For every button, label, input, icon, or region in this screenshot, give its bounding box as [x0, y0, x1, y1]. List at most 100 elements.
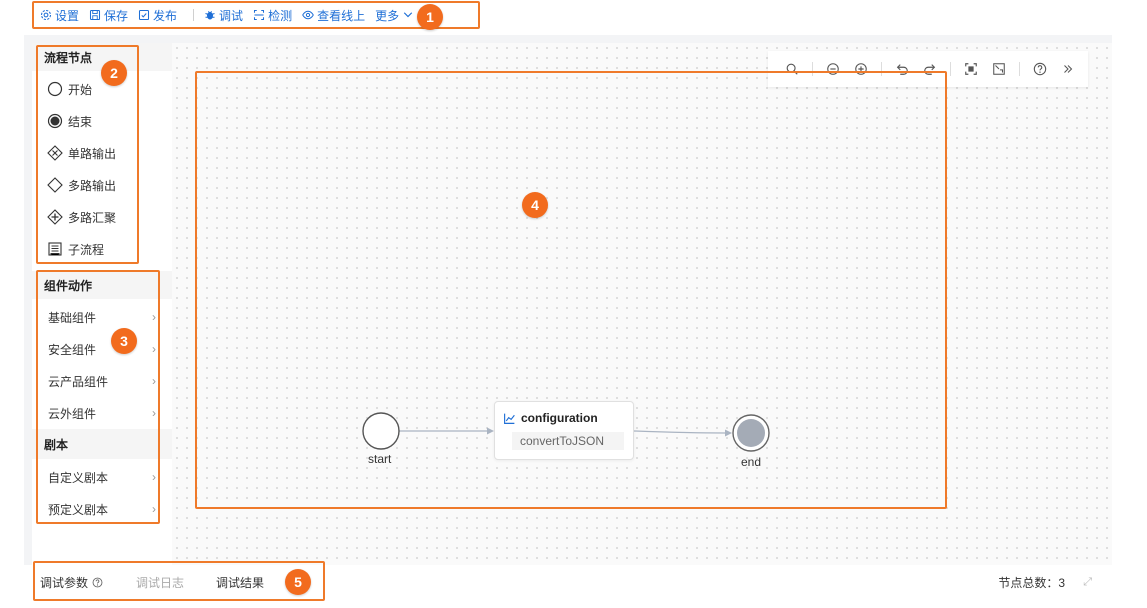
- playbook-custom[interactable]: 自定义剧本 ›: [32, 461, 172, 493]
- playbook-predefined-label: 预定义剧本: [48, 502, 109, 517]
- help-icon: [92, 577, 103, 587]
- settings-button[interactable]: 设置: [40, 7, 79, 24]
- component-basic[interactable]: 基础组件 ›: [32, 301, 172, 333]
- node-subprocess-label: 子流程: [68, 242, 105, 257]
- minimap-icon: [993, 63, 1005, 75]
- collapse-panel-button[interactable]: [1060, 61, 1076, 77]
- check-button[interactable]: 检测: [253, 7, 292, 24]
- redo-icon: [924, 64, 936, 75]
- save-button[interactable]: 保存: [89, 7, 128, 24]
- tab-debug-params[interactable]: 调试参数: [40, 574, 103, 591]
- node-start-label: 开始: [68, 82, 93, 97]
- fit-view-icon: [965, 63, 977, 75]
- toolbar-divider: [812, 62, 813, 76]
- playbook-predefined[interactable]: 预定义剧本 ›: [32, 493, 172, 525]
- view-online-label: 查看线上: [317, 8, 366, 23]
- annotation-badge-1: 1: [417, 4, 443, 30]
- toolbar-divider: [193, 9, 195, 21]
- annotation-badge-5: 5: [285, 569, 311, 595]
- node-end[interactable]: 结束: [32, 105, 172, 137]
- tab-debug-params-label: 调试参数: [40, 575, 89, 590]
- bug-icon: [205, 11, 215, 20]
- search-button[interactable]: [784, 61, 800, 77]
- node-multi-merge[interactable]: 多路汇聚: [32, 201, 172, 233]
- search-icon: [786, 63, 798, 75]
- tab-debug-result-label: 调试结果: [216, 575, 265, 590]
- node-single-output[interactable]: 单路输出: [32, 137, 172, 169]
- top-toolbar: 设置 保存 发布 调试 检测 查看线上 更多: [32, 0, 480, 30]
- tab-debug-result[interactable]: 调试结果: [216, 574, 264, 591]
- configuration-node-title: configuration: [521, 411, 598, 425]
- check-label: 检测: [268, 8, 293, 23]
- publish-icon: [139, 9, 150, 21]
- end-node-label: end: [741, 455, 762, 469]
- node-subprocess[interactable]: 子流程: [32, 233, 172, 265]
- node-single-output-label: 单路输出: [68, 146, 117, 161]
- save-label: 保存: [104, 8, 129, 23]
- toolbar-divider: [950, 62, 951, 76]
- component-basic-label: 基础组件: [48, 310, 97, 325]
- configuration-node-action: convertToJSON: [512, 432, 624, 450]
- configuration-node[interactable]: configuration convertToJSON: [494, 401, 634, 460]
- chevron-right-icon: ›: [152, 502, 156, 516]
- tab-debug-log-label: 调试日志: [136, 575, 185, 590]
- tab-debug-log[interactable]: 调试日志: [136, 574, 184, 591]
- chevron-down-icon: [403, 12, 413, 18]
- more-dropdown[interactable]: 更多: [375, 7, 414, 24]
- chevron-right-icon: ›: [152, 406, 156, 420]
- annotation-badge-4: 4: [522, 192, 548, 218]
- chevron-right-icon: ›: [152, 470, 156, 484]
- node-end-label: 结束: [68, 114, 93, 129]
- help-icon: [1033, 62, 1047, 76]
- component-security[interactable]: 安全组件 ›: [32, 333, 172, 365]
- undo-icon: [896, 64, 908, 75]
- publish-label: 发布: [153, 8, 178, 23]
- components-title: 组件动作: [32, 271, 172, 299]
- expand-icon[interactable]: ⤢: [1083, 576, 1092, 589]
- zoom-in-button[interactable]: [853, 61, 869, 77]
- settings-label: 设置: [55, 8, 80, 23]
- diamond-x-icon: [47, 145, 63, 161]
- circle-empty-icon: [47, 81, 63, 97]
- playbook-custom-label: 自定义剧本: [48, 470, 109, 485]
- chevron-right-icon: ›: [152, 310, 156, 324]
- view-online-button[interactable]: 查看线上: [302, 7, 365, 24]
- scan-icon: [254, 9, 265, 21]
- publish-button[interactable]: 发布: [138, 7, 177, 24]
- annotation-badge-2: 2: [101, 60, 127, 86]
- more-label: 更多: [375, 8, 400, 23]
- debug-button[interactable]: 调试: [204, 7, 243, 24]
- undo-button[interactable]: [894, 61, 910, 77]
- chevron-right-icon: ›: [152, 374, 156, 388]
- annotation-badge-3: 3: [111, 328, 137, 354]
- zoom-out-button[interactable]: [825, 61, 841, 77]
- canvas-toolbar: [768, 51, 1088, 87]
- save-icon: [89, 9, 101, 21]
- playbook-title: 剧本: [32, 429, 172, 459]
- component-cloud-product[interactable]: 云产品组件 ›: [32, 365, 172, 397]
- toolbar-divider: [881, 62, 882, 76]
- start-node-label: start: [368, 452, 392, 466]
- component-external[interactable]: 云外组件 ›: [32, 397, 172, 429]
- component-security-label: 安全组件: [48, 342, 97, 357]
- node-multi-output[interactable]: 多路输出: [32, 169, 172, 201]
- zoom-out-icon: [827, 63, 839, 75]
- component-external-label: 云外组件: [48, 406, 97, 421]
- chevron-right-icon: ›: [152, 342, 156, 356]
- toolbar-divider: [1019, 62, 1020, 76]
- debug-panel-bar: 调试参数 调试日志 调试结果 节点总数：3 ⤢: [24, 565, 1112, 599]
- flow-canvas[interactable]: [172, 43, 1112, 565]
- subprocess-icon: [48, 242, 62, 256]
- node-count: 节点总数：3: [998, 575, 1065, 590]
- double-chevron-right-icon: [1064, 65, 1073, 73]
- diamond-plus-icon: [47, 209, 63, 225]
- help-button[interactable]: [1032, 61, 1048, 77]
- minimap-button[interactable]: [991, 61, 1007, 77]
- fit-view-button[interactable]: [963, 61, 979, 77]
- line-chart-icon: [504, 413, 515, 424]
- node-multi-merge-label: 多路汇聚: [68, 210, 117, 225]
- redo-button[interactable]: [922, 61, 938, 77]
- component-cloud-product-label: 云产品组件: [48, 374, 109, 389]
- sidebar: 流程节点 开始 结束 单路输出 多路输出 多路汇聚 子流程 组件动作 基础组件 …: [32, 43, 172, 565]
- zoom-in-icon: [855, 63, 867, 75]
